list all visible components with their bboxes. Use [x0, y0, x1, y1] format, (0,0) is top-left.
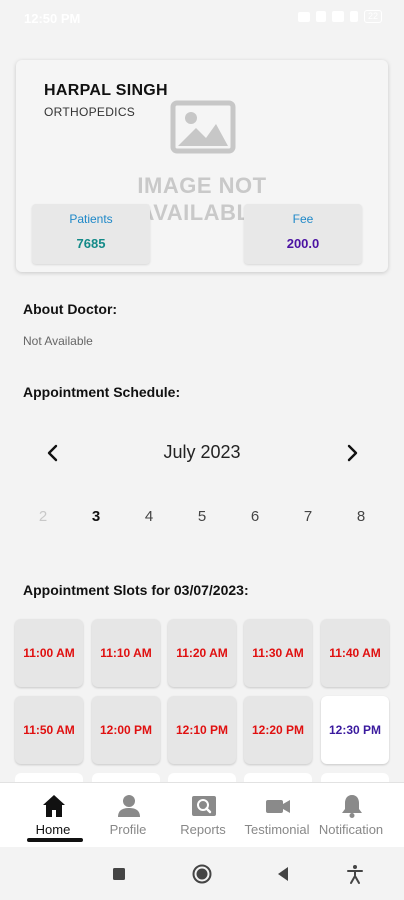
fee-stat: Fee 200.0: [244, 204, 362, 264]
accessibility-icon[interactable]: [344, 863, 366, 885]
fee-value: 200.0: [286, 236, 320, 251]
slot-button[interactable]: 11:20 AM: [168, 619, 236, 687]
fee-label: Fee: [292, 212, 314, 226]
slots-heading: Appointment Slots for 03/07/2023:: [23, 582, 249, 598]
slot-button[interactable]: 11:40 AM: [321, 619, 389, 687]
notification-status-icon: [297, 11, 310, 22]
system-navigation-bar: [0, 847, 404, 900]
slot-button[interactable]: 12:20 PM: [244, 696, 312, 764]
nav-label-profile: Profile: [109, 822, 147, 837]
back-triangle-icon[interactable]: [273, 863, 295, 885]
doctor-card: HARPAL SINGH ORTHOPEDICS IMAGE NOT AVAIL…: [16, 60, 388, 272]
slot-button[interactable]: 12:10 PM: [168, 696, 236, 764]
recent-apps-icon[interactable]: [108, 863, 130, 885]
home-icon: [43, 795, 65, 817]
active-tab-indicator: [27, 838, 83, 842]
day-6[interactable]: 6: [240, 508, 270, 525]
bell-icon: [342, 795, 362, 818]
slot-button[interactable]: 11:30 AM: [244, 619, 312, 687]
patients-value: 7685: [76, 236, 106, 251]
slot-button[interactable]: 12:30 PM: [321, 696, 389, 764]
status-bar: 12:50 PM 22: [0, 0, 404, 40]
nav-testimonial[interactable]: Testimonial: [239, 783, 315, 847]
doctor-image-placeholder: IMAGE NOT AVAILABLE: [128, 100, 276, 225]
day-4[interactable]: 4: [134, 508, 164, 525]
about-text: Not Available: [23, 334, 93, 348]
about-heading: About Doctor:: [23, 301, 118, 317]
home-circle-icon[interactable]: [191, 863, 213, 885]
day-3[interactable]: 3: [81, 508, 111, 525]
nav-label-notification: Notification: [318, 822, 384, 837]
schedule-heading: Appointment Schedule:: [23, 384, 181, 400]
chevron-right-icon[interactable]: [340, 441, 364, 465]
nav-label-testimonial: Testimonial: [244, 822, 310, 837]
wifi-icon: [349, 11, 358, 22]
slot-button[interactable]: 11:10 AM: [92, 619, 160, 687]
battery-icon: 22: [363, 10, 382, 23]
day-7[interactable]: 7: [293, 508, 323, 525]
video-camera-icon: [266, 800, 290, 813]
day-2: 2: [38, 508, 48, 525]
nav-label-home: Home: [35, 822, 71, 837]
reports-icon: [192, 796, 216, 816]
patients-label: Patients: [69, 212, 113, 226]
person-icon: [118, 795, 140, 817]
slot-button[interactable]: 11:50 AM: [15, 696, 83, 764]
slot-button[interactable]: 12:00 PM: [92, 696, 160, 764]
nav-profile[interactable]: Profile: [90, 783, 166, 847]
day-selector: 2 3 4 5 6 7 8: [0, 508, 404, 532]
nav-label-reports: Reports: [180, 822, 226, 837]
day-8[interactable]: 8: [346, 508, 376, 525]
sim-status-icon: [315, 11, 326, 22]
nav-reports[interactable]: Reports: [165, 783, 241, 847]
doctor-specialty: ORTHOPEDICS: [44, 105, 136, 119]
nav-notification[interactable]: Notification: [313, 783, 389, 847]
doctor-name: HARPAL SINGH: [44, 82, 168, 99]
status-time: 12:50 PM: [24, 11, 81, 26]
signal-icon: [331, 11, 344, 22]
calendar-header: July 2023: [0, 438, 404, 468]
patients-stat: Patients 7685: [32, 204, 150, 264]
status-icons: 22: [297, 10, 382, 23]
day-5[interactable]: 5: [187, 508, 217, 525]
image-icon: [170, 100, 236, 154]
slot-button[interactable]: 11:00 AM: [15, 619, 83, 687]
